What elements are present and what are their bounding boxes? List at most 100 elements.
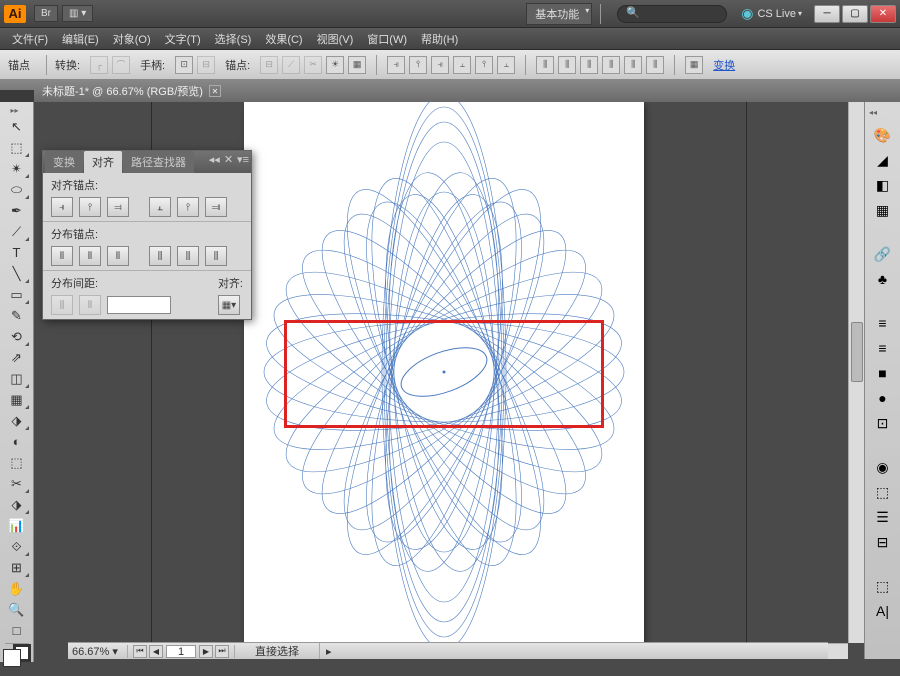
tab-transform[interactable]: 变换	[45, 151, 83, 173]
tool-16[interactable]: ⬚	[4, 452, 30, 473]
align-hcenter-icon[interactable]: ⫯	[409, 56, 427, 74]
nav-prev-icon[interactable]: ◀	[149, 645, 163, 658]
dist-v-icon[interactable]: ⫼	[602, 56, 620, 74]
status-more-icon[interactable]: ▸	[320, 645, 338, 658]
menu-edit[interactable]: 编辑(E)	[56, 29, 105, 49]
tool-11[interactable]: ⇗	[4, 347, 30, 368]
layout-button[interactable]: ▥ ▾	[62, 5, 93, 22]
align-right-icon[interactable]: ⫣	[431, 56, 449, 74]
toolbox-collapse-icon[interactable]: ▸▸	[11, 106, 23, 114]
tool-6[interactable]: T	[4, 242, 30, 263]
vertical-scrollbar[interactable]	[848, 102, 864, 643]
panel-icon-9[interactable]: ●	[871, 387, 895, 409]
panel-collapse-icon[interactable]: ◂◂	[209, 153, 220, 166]
dist-hc-icon[interactable]: ⫼	[558, 56, 576, 74]
dist-top-button[interactable]: ⫴	[51, 246, 73, 266]
anchor-remove-icon[interactable]: ⊟	[260, 56, 278, 74]
menu-file[interactable]: 文件(F)	[6, 29, 54, 49]
cslive-menu[interactable]: CS Live	[741, 5, 802, 22]
tool-1[interactable]: ⬚	[4, 137, 30, 158]
panel-icon-8[interactable]: ■	[871, 362, 895, 384]
panel-icon-14[interactable]: ⊟	[871, 531, 895, 553]
menu-help[interactable]: 帮助(H)	[415, 29, 464, 49]
panel-icon-2[interactable]: ◧	[871, 174, 895, 196]
panel-icon-1[interactable]: ◢	[871, 149, 895, 171]
maximize-button[interactable]: ▢	[842, 5, 868, 23]
spacing-input[interactable]	[107, 296, 171, 314]
tool-5[interactable]: ⟋	[4, 221, 30, 242]
tool-8[interactable]: ▭	[4, 284, 30, 305]
anchor-cut-icon[interactable]: ✂	[304, 56, 322, 74]
tool-2[interactable]: ✴	[4, 158, 30, 179]
dist-hcenter-button[interactable]: ⫼	[177, 246, 199, 266]
handle-show-icon[interactable]: ⊡	[175, 56, 193, 74]
tool-17[interactable]: ✂	[4, 473, 30, 494]
transform-link[interactable]: 变换	[713, 57, 735, 73]
panel-icon-6[interactable]: ≡	[871, 312, 895, 334]
workspace-dropdown[interactable]: 基本功能	[526, 3, 592, 25]
tool-10[interactable]: ⟲	[4, 326, 30, 347]
zoom-level[interactable]: 66.67% ▾	[68, 645, 128, 658]
dist-space-v-button[interactable]: ⫼	[51, 295, 73, 315]
isolate-icon[interactable]: ☀	[326, 56, 344, 74]
dist-bottom-button[interactable]: ⫴	[107, 246, 129, 266]
align-left-icon[interactable]: ⫣	[387, 56, 405, 74]
tool-19[interactable]: 📊	[4, 515, 30, 536]
align-to-button[interactable]: ▦▾	[218, 295, 240, 315]
dock-expand-icon[interactable]: ◂◂	[869, 108, 877, 117]
menu-type[interactable]: 文字(T)	[159, 29, 207, 49]
panel-icon-5[interactable]: ♣	[871, 268, 895, 290]
panel-icon-7[interactable]: ≡	[871, 337, 895, 359]
dist-vc-icon[interactable]: ⫼	[624, 56, 642, 74]
convert-smooth-icon[interactable]: ⌒	[112, 56, 130, 74]
align-right-button[interactable]: ⫤	[107, 197, 129, 217]
align-vcenter-icon[interactable]: ⫯	[475, 56, 493, 74]
align-bottom-button[interactable]: ⫥	[205, 197, 227, 217]
align-artboard-icon[interactable]: ▦	[685, 56, 703, 74]
nav-next-icon[interactable]: ▶	[199, 645, 213, 658]
search-input[interactable]: 🔍	[617, 5, 727, 23]
panel-icon-0[interactable]: 🎨	[871, 124, 895, 146]
handle-hide-icon[interactable]: ⊟	[197, 56, 215, 74]
tool-23[interactable]: 🔍	[4, 599, 30, 620]
tool-3[interactable]: ⬭	[4, 179, 30, 200]
tool-4[interactable]: ✒	[4, 200, 30, 221]
panel-icon-4[interactable]: 🔗	[871, 243, 895, 265]
dist-right-button[interactable]: ⫼	[205, 246, 227, 266]
panel-icon-15[interactable]: ⬚	[871, 575, 895, 597]
tool-9[interactable]: ✎	[4, 305, 30, 326]
panel-icon-12[interactable]: ⬚	[871, 481, 895, 503]
align-top-icon[interactable]: ⫠	[453, 56, 471, 74]
align-top-button[interactable]: ⫠	[149, 197, 171, 217]
nav-last-icon[interactable]: ⏭	[215, 645, 229, 658]
minimize-button[interactable]: ─	[814, 5, 840, 23]
align-bottom-icon[interactable]: ⫠	[497, 56, 515, 74]
anchor-connect-icon[interactable]: ⟋	[282, 56, 300, 74]
tool-12[interactable]: ◫	[4, 368, 30, 389]
panel-icon-10[interactable]: ⊡	[871, 412, 895, 434]
panel-icon-3[interactable]: ▦	[871, 199, 895, 221]
dist-left-button[interactable]: ⫼	[149, 246, 171, 266]
tool-0[interactable]: ↖	[4, 116, 30, 137]
tool-21[interactable]: ⊞	[4, 557, 30, 578]
tab-pathfinder[interactable]: 路径查找器	[123, 151, 194, 173]
dist-vb-icon[interactable]: ⫼	[646, 56, 664, 74]
tool-14[interactable]: ⬗	[4, 410, 30, 431]
dist-space-h-button[interactable]: ⫴	[79, 295, 101, 315]
panel-icon-13[interactable]: ☰	[871, 506, 895, 528]
tool-13[interactable]: ▦	[4, 389, 30, 410]
align-left-button[interactable]: ⫣	[51, 197, 73, 217]
page-number[interactable]: 1	[166, 645, 196, 658]
panel-icon-16[interactable]: A|	[871, 600, 895, 622]
tool-15[interactable]: ◐	[4, 431, 30, 452]
menu-select[interactable]: 选择(S)	[209, 29, 258, 49]
tool-22[interactable]: ✋	[4, 578, 30, 599]
scroll-thumb[interactable]	[851, 322, 863, 382]
document-close-icon[interactable]: ✕	[209, 85, 221, 97]
menu-window[interactable]: 窗口(W)	[361, 29, 413, 49]
tool-7[interactable]: ╲	[4, 263, 30, 284]
dist-h-icon[interactable]: ⫼	[536, 56, 554, 74]
dist-vcenter-button[interactable]: ⫴	[79, 246, 101, 266]
align-vcenter-button[interactable]: ⫯	[177, 197, 199, 217]
convert-corner-icon[interactable]: ┌	[90, 56, 108, 74]
